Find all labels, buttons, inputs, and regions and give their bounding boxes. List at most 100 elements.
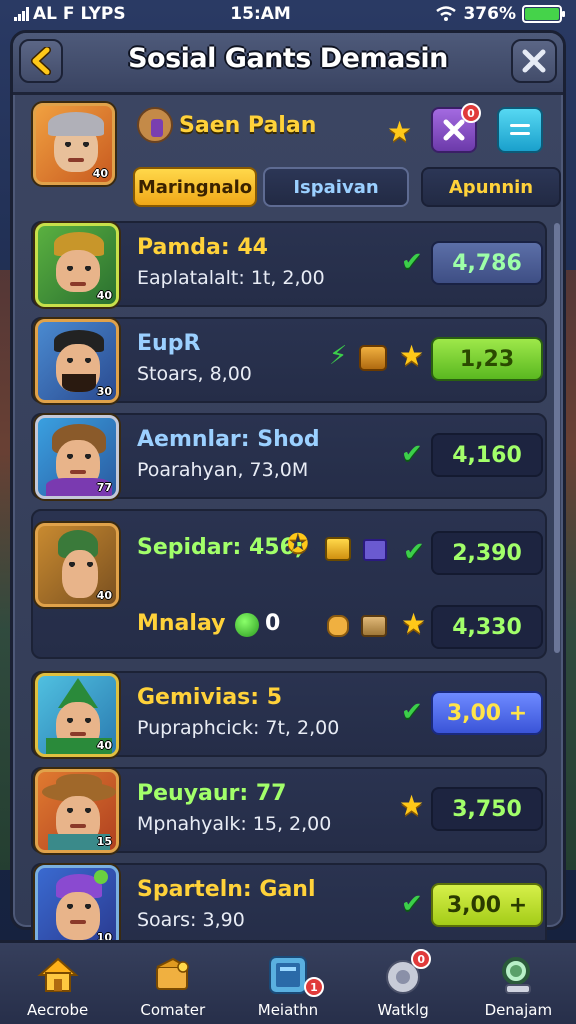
badge-icon [325,537,351,561]
list-item[interactable]: 40 Gemivias: 5 Pupraphcick: 7t, 2,00 ✔ 3… [31,671,547,757]
close-button[interactable] [511,39,557,83]
close-icon [522,49,546,73]
list-item[interactable]: 15 Peuyaur: 77 Mpnahyalk: 15, 2,00 ★ 3,7… [31,767,547,853]
row-avatar: 40 [35,523,119,607]
score-value[interactable]: 3,00 + [431,691,543,735]
score-value[interactable]: 3,750 [431,787,543,831]
row-name: Mnalay [137,611,226,636]
check-icon: ✔ [401,439,423,469]
nav-item-meiathn[interactable]: 1 Meiathn [232,943,344,1024]
menu-icon [510,124,530,135]
row-level: 40 [96,589,112,602]
row-subtitle: Mpnahyalk: 15, 2,00 [137,813,332,835]
list-item[interactable]: 77 Aemnlar: Shod Poarahyan, 73,0M ✔ 4,16… [31,413,547,499]
row-avatar: 10 [35,865,119,949]
row-name: Pamda: 44 [137,235,268,260]
nav-item-watklg[interactable]: 0 Watklg [347,943,459,1024]
nav-label: Denajam [484,1001,553,1019]
nav-label: Comater [140,1001,206,1019]
row-avatar: 30 [35,319,119,403]
green-orb-icon [235,613,259,637]
nav-item-home[interactable]: Aecrobe [2,943,114,1024]
row-avatar: 77 [35,415,119,499]
wifi-icon [436,6,457,21]
player-profile: 40 Saen Palan ★ 0 Maringnalo Ispaivan Ap… [33,103,561,211]
nav-item-denajam[interactable]: Denajam [462,943,574,1024]
list-item[interactable]: 10 Sparteln: Ganl Soars: 3,90 ✔ 3,00 + [31,863,547,949]
tab-bar: Maringnalo Ispaivan Apunnin [133,167,561,207]
tab-apunnin[interactable]: Apunnin [421,167,561,207]
star-icon: ★ [399,339,425,372]
score-value[interactable]: 3,00 + [431,883,543,927]
row-name: Sparteln: Ganl [137,877,316,902]
clock: 15:AM [230,4,291,24]
mailbox-icon [155,957,189,990]
nav-label: Meiathn [257,1001,319,1019]
row-name: Aemnlar: Shod [137,427,320,452]
scrollbar[interactable] [554,223,560,653]
tab-ispaivan[interactable]: Ispaivan [263,167,409,207]
player-name: Saen Palan [179,112,317,138]
chevron-left-icon [31,47,51,75]
row-name: Peuyaur: 77 [137,781,287,806]
battery-icon [521,5,565,23]
row-level: 40 [96,289,112,302]
star-icon: ★ [399,789,425,822]
book-icon [268,956,307,994]
row-subtitle: Eaplatalalt: 1t, 2,00 [137,267,325,289]
row-level: 30 [96,385,112,398]
nav-label: Watklg [377,1001,429,1019]
page-title: Sosial Gants Demasin [128,43,448,74]
header-bar: Sosial Gants Demasin [13,33,563,95]
notification-badge: 0 [461,103,481,123]
row-name: Gemivias: 5 [137,685,283,710]
lightning-icon: ⚡ [329,341,348,371]
status-bar: AL F LYPS 15:AM 376% [0,0,576,28]
check-icon: ✔ [401,889,423,919]
avatar-level: 40 [92,167,108,180]
check-icon: ✔ [401,697,423,727]
nav-badge: 1 [303,977,324,997]
nav-label: Aecrobe [26,1001,89,1019]
fist-icon [327,615,349,637]
row-level: 15 [96,835,112,848]
row-name: EupR [137,331,201,356]
row-subtitle: Soars: 3,90 [137,909,245,931]
nav-item-comater[interactable]: Comater [117,943,229,1024]
list-item[interactable]: 40 Sepidar: 456; ✪ ✔ 2,390 Mnalay 0 ★ 4,… [31,509,547,659]
check-icon: ✔ [401,247,423,277]
score-value[interactable]: 4,330 [431,605,543,649]
row-subtitle: Poarahyan, 73,0M [137,459,309,481]
star-icon: ★ [401,607,427,640]
chest-icon [359,345,387,371]
home-icon [36,957,79,992]
score-value[interactable]: 4,786 [431,241,543,285]
star-icon: ★ [387,115,413,148]
player-avatar[interactable]: 40 [33,103,115,185]
gem-icon [363,539,387,561]
tab-maringnalo[interactable]: Maringnalo [133,167,257,207]
main-panel: Sosial Gants Demasin 40 Saen Palan ★ 0 M… [10,30,566,949]
carrier-label: AL F LYPS [33,4,126,24]
row-avatar: 40 [35,673,119,757]
list-item[interactable]: 40 Pamda: 44 Eaplatalalt: 1t, 2,00 ✔ 4,7… [31,221,547,307]
back-button[interactable] [19,39,63,83]
score-value[interactable]: 4,160 [431,433,543,477]
row-level: 77 [96,481,112,494]
list-item[interactable]: 30 EupR Stoars, 8,00 ⚡ ★ 1,23 [31,317,547,403]
remove-friend-button[interactable]: 0 [431,103,481,153]
bottom-nav: Aecrobe Comater 1 Meiathn 0 Watklg Denaj… [0,940,576,1024]
score-value[interactable]: 1,23 [431,337,543,381]
check-icon: ✔ [403,537,425,567]
row-extra-count: 0 [265,611,281,636]
battery-percent: 376% [463,4,516,24]
score-value[interactable]: 2,390 [431,531,543,575]
cross-icon [443,119,465,141]
menu-button[interactable] [497,107,543,153]
row-name: Sepidar: 456; [137,535,304,560]
nav-badge: 0 [411,949,432,969]
row-avatar: 40 [35,223,119,307]
star-icon: ✪ [287,529,309,559]
row-subtitle: Stoars, 8,00 [137,363,252,385]
row-subtitle: Pupraphcick: 7t, 2,00 [137,717,340,739]
